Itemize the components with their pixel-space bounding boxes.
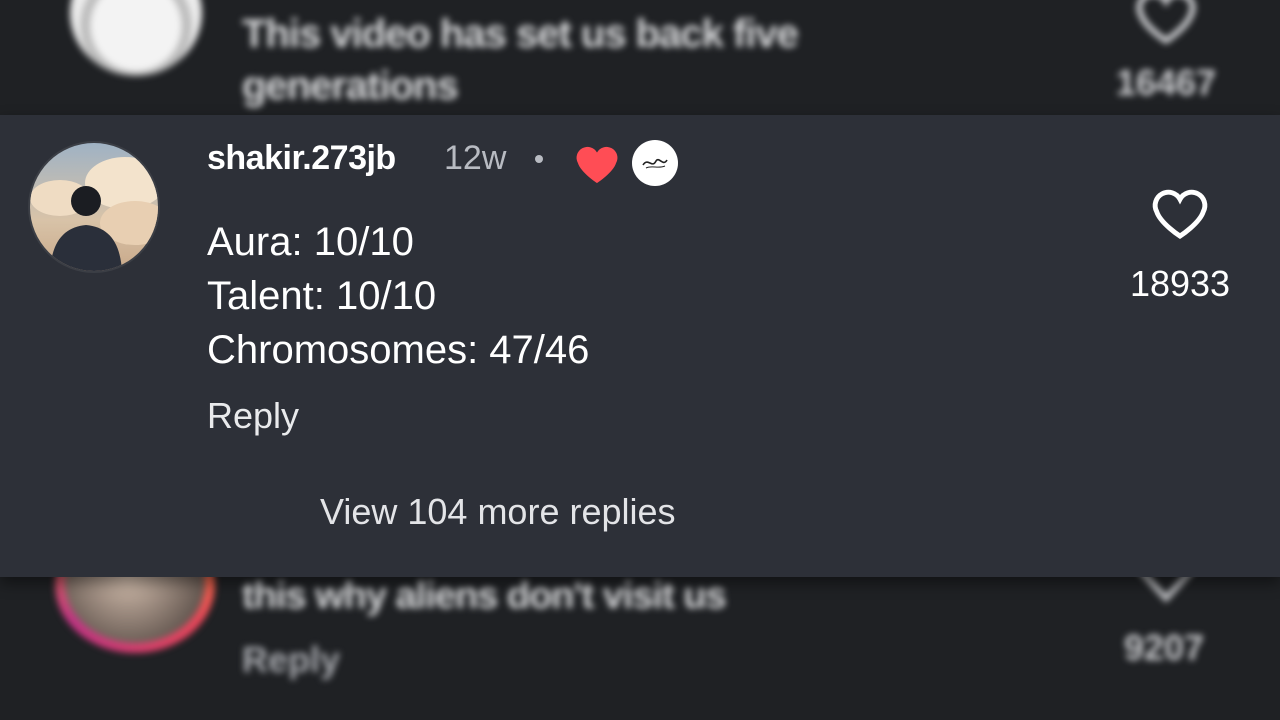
heart-outline-icon[interactable] (1134, 0, 1198, 46)
like-count: 18933 (1129, 263, 1231, 304)
comment-line: Talent: 10/10 (207, 274, 437, 318)
comment-text: Aura: 10/10 Talent: 10/10 Chromosomes: 4… (207, 215, 589, 377)
reply-button[interactable]: Reply (207, 395, 299, 437)
avatar[interactable] (28, 141, 160, 273)
like-count: 16467 (1115, 62, 1217, 103)
separator-dot (535, 155, 543, 163)
comment-line: Chromosomes: 47/46 (207, 328, 590, 372)
username-link[interactable]: shakir.273jb (207, 139, 396, 178)
comment-line: Aura: 10/10 (207, 220, 414, 264)
comment-item-highlighted: shakir.273jb 12w Aura: 10/10 Talent: 10/… (0, 115, 1280, 577)
like-count: 9207 (1123, 627, 1205, 668)
creator-avatar-icon (632, 140, 678, 186)
timestamp: 12w (444, 139, 507, 177)
view-more-replies-button[interactable]: View 104 more replies (320, 491, 676, 533)
reply-button[interactable]: Reply (242, 639, 340, 681)
avatar[interactable] (70, 0, 202, 76)
comment-text: this why aliens don't visit us (242, 575, 727, 617)
heart-outline-icon[interactable] (1150, 187, 1210, 241)
heart-filled-icon (576, 146, 618, 184)
profile-photo (30, 143, 158, 271)
comment-text: This video has set us back five generati… (242, 12, 799, 108)
comment-item-next: this why aliens don't visit us Reply 920… (0, 517, 1280, 720)
comment-item-previous: This video has set us back five generati… (0, 0, 1280, 115)
